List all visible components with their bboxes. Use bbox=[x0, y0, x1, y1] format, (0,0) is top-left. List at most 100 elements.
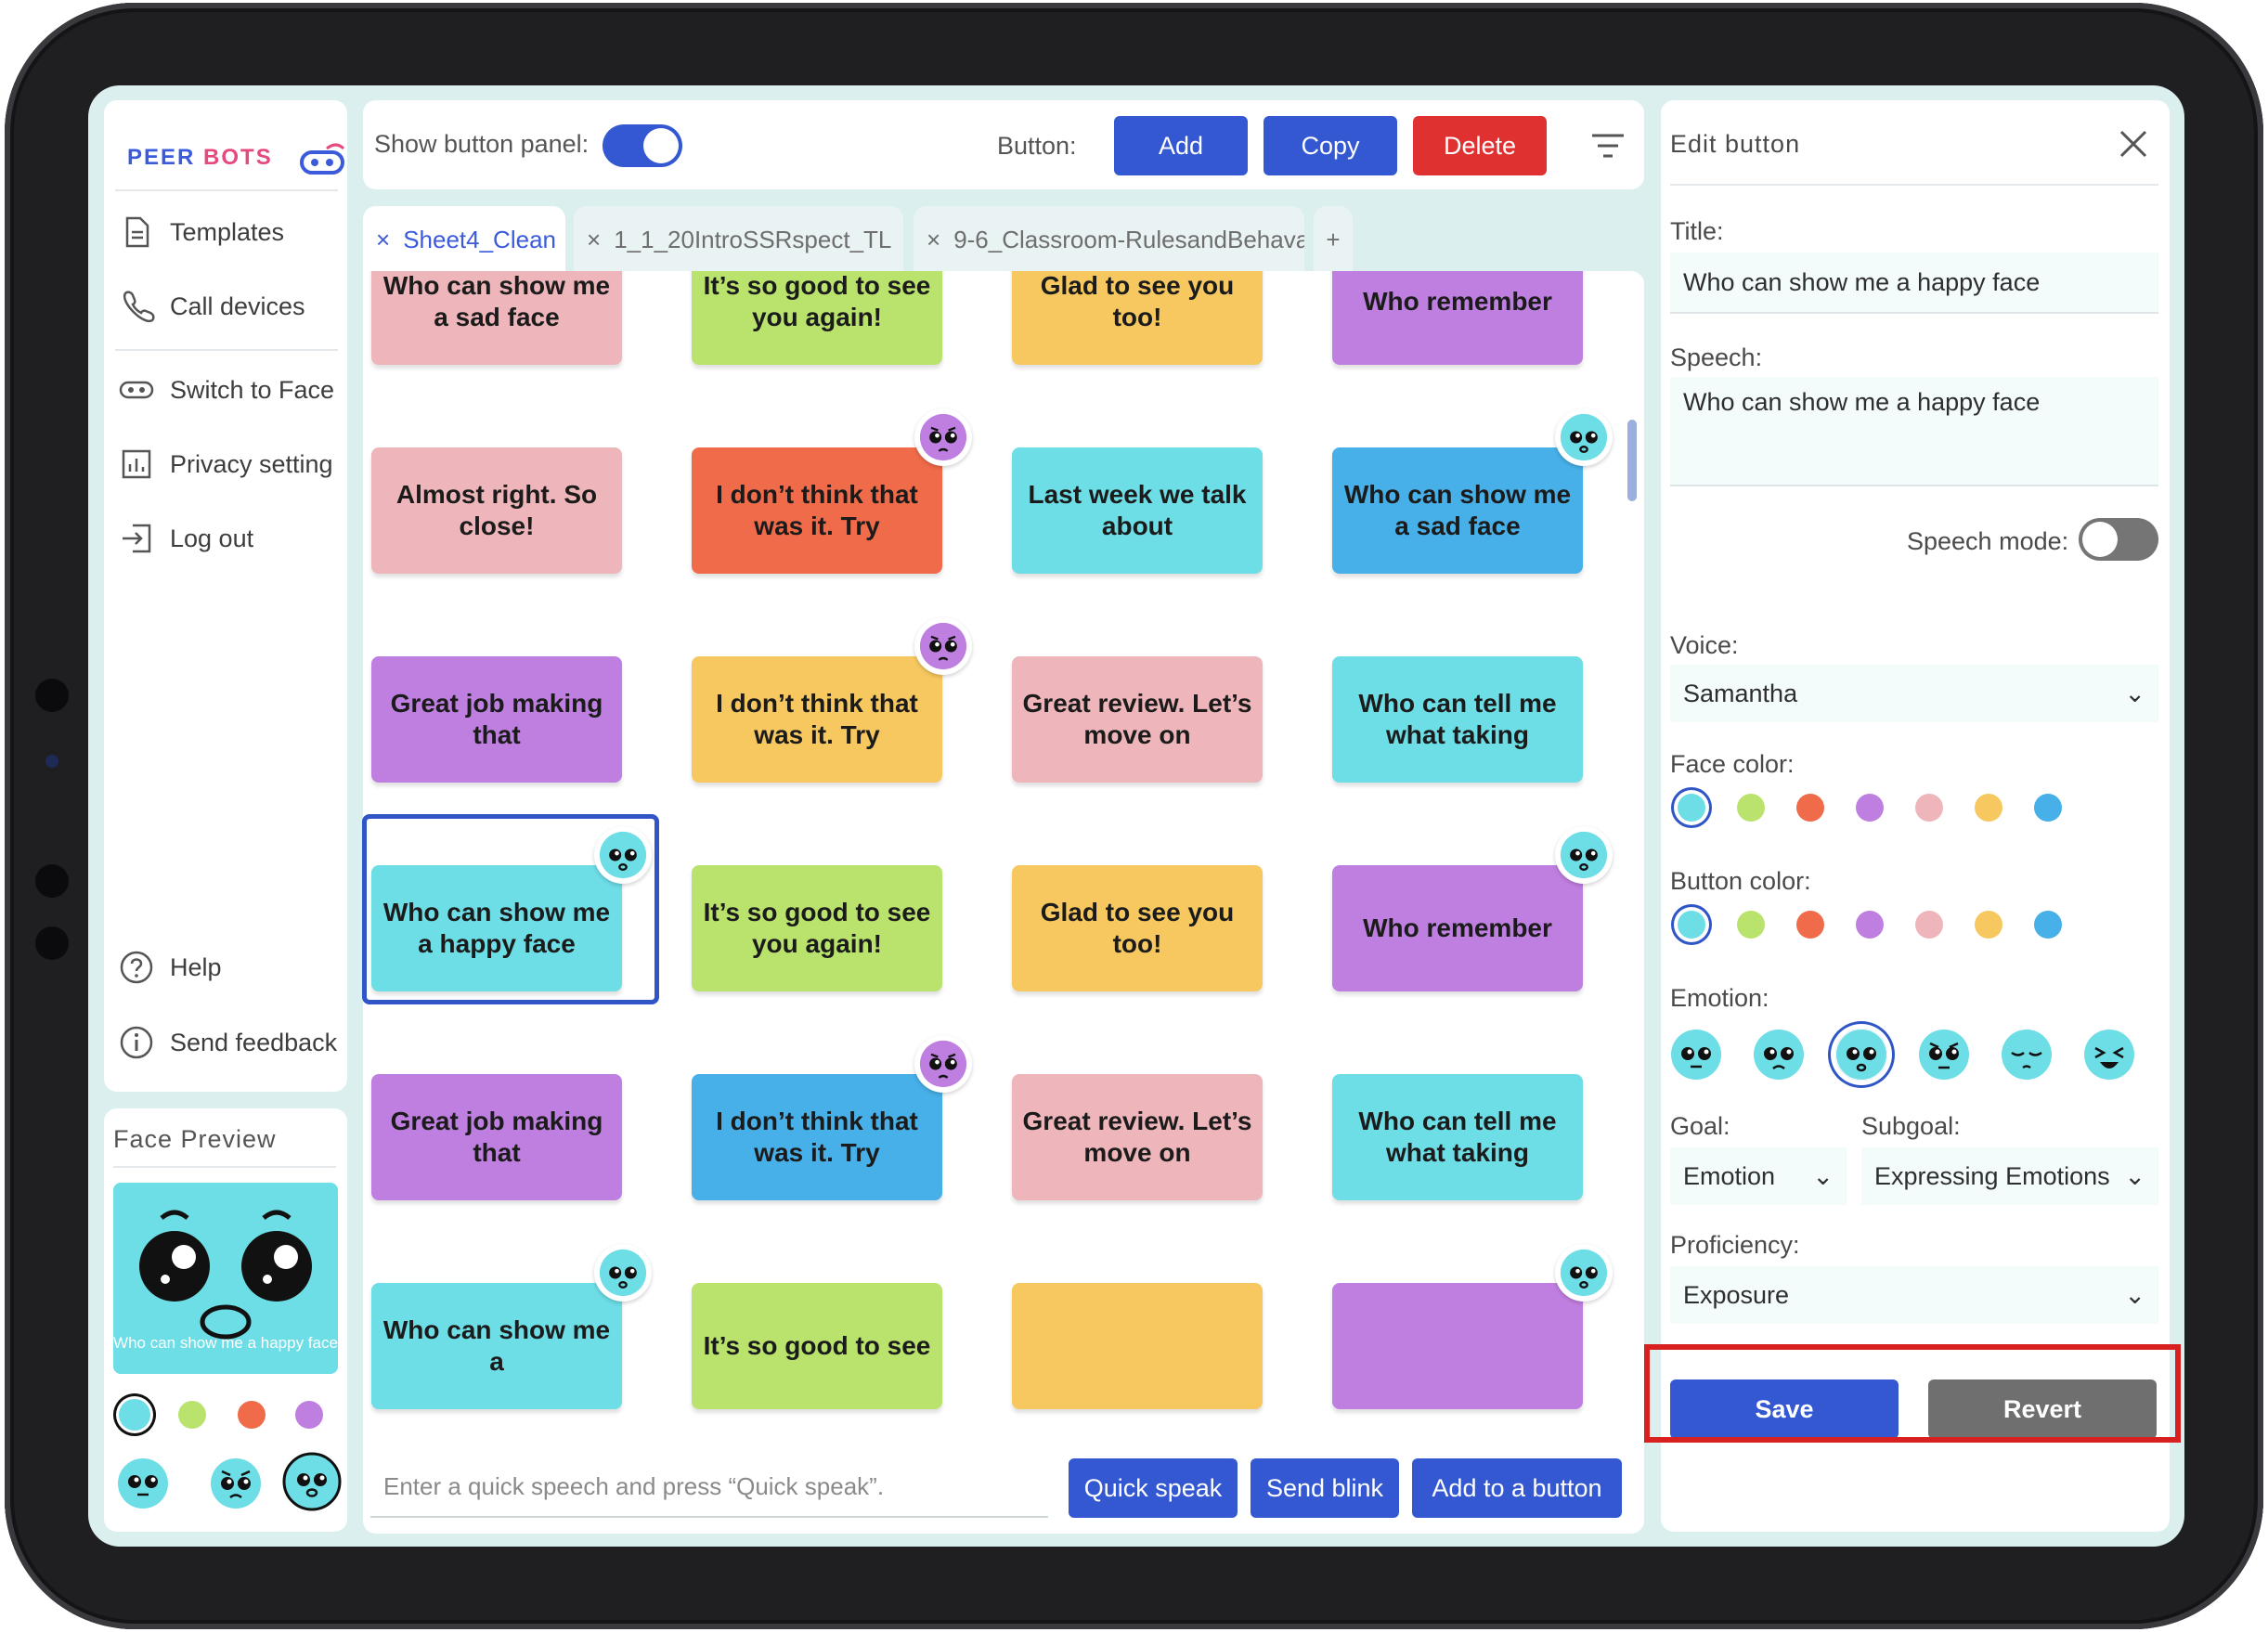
speech-button-card[interactable]: Glad to see you too! bbox=[1012, 865, 1263, 991]
button-color-swatch[interactable] bbox=[1678, 911, 1705, 939]
button-color-swatch[interactable] bbox=[2034, 911, 2062, 939]
speech-button-card[interactable]: Great job making that bbox=[371, 656, 622, 783]
speech-button-card[interactable] bbox=[1012, 1283, 1263, 1409]
neutral-face-icon[interactable] bbox=[1670, 1029, 1722, 1081]
speech-button-card[interactable]: Almost right. So close! bbox=[371, 447, 622, 574]
face-color-swatch[interactable] bbox=[1975, 794, 2002, 822]
sad-face-badge-icon bbox=[914, 617, 972, 675]
goal-select[interactable]: Emotion ⌄ bbox=[1670, 1147, 1847, 1205]
sidebar-item-label: Send feedback bbox=[170, 1028, 338, 1056]
sidebar-item-switch-to-face[interactable]: Switch to Face bbox=[118, 371, 334, 408]
add-to-button-button[interactable]: Add to a button bbox=[1412, 1458, 1622, 1518]
laughing-face-icon[interactable] bbox=[2083, 1029, 2135, 1081]
close-icon[interactable] bbox=[2118, 128, 2149, 160]
logout-icon bbox=[123, 524, 151, 553]
sidebar-item-call-devices[interactable]: Call devices bbox=[118, 288, 305, 325]
selected-card-outline bbox=[362, 814, 659, 1004]
button-color-swatch[interactable] bbox=[1856, 911, 1884, 939]
title-input[interactable]: Who can show me a happy face bbox=[1670, 253, 2158, 314]
chart-icon bbox=[122, 449, 151, 479]
camera-dot bbox=[35, 864, 69, 898]
speech-button-card[interactable]: Who can tell me what taking bbox=[1332, 656, 1583, 783]
sad-face-badge-icon bbox=[914, 1035, 972, 1093]
button-label: Button: bbox=[997, 132, 1077, 160]
quick-speak-button[interactable]: Quick speak bbox=[1069, 1458, 1238, 1518]
preview-color-orange[interactable] bbox=[238, 1401, 266, 1429]
goal-label: Goal: bbox=[1670, 1112, 1730, 1140]
question-icon bbox=[120, 951, 153, 984]
speech-button-card[interactable]: I don’t think that was it. Try bbox=[692, 656, 942, 783]
face-preview-title: Face Preview bbox=[113, 1125, 277, 1153]
proficiency-select[interactable]: Exposure ⌄ bbox=[1670, 1266, 2158, 1324]
close-icon[interactable]: × bbox=[587, 226, 601, 254]
sad-face-icon[interactable] bbox=[210, 1457, 262, 1509]
face-color-swatch[interactable] bbox=[1737, 794, 1765, 822]
speech-button-card[interactable]: It’s so good to see you again! bbox=[692, 271, 942, 365]
preview-color-green[interactable] bbox=[178, 1401, 206, 1429]
button-color-swatch[interactable] bbox=[1796, 911, 1824, 939]
speech-button-card[interactable]: Who remember bbox=[1332, 865, 1583, 991]
speech-button-card[interactable]: I don’t think that was it. Try bbox=[692, 447, 942, 574]
edit-panel: Edit button Title: Who can show me a hap… bbox=[1661, 100, 2170, 1532]
sad-face-icon[interactable] bbox=[1753, 1029, 1805, 1081]
speech-button-card[interactable]: Who can show me a sad face bbox=[371, 271, 622, 365]
happy-face-icon[interactable] bbox=[282, 1452, 342, 1511]
face-color-swatch[interactable] bbox=[2034, 794, 2062, 822]
sleepy-face-icon[interactable] bbox=[2001, 1029, 2053, 1081]
sidebar-item-send-feedback[interactable]: Send feedback bbox=[118, 1024, 337, 1061]
robot-face-icon bbox=[119, 381, 154, 399]
speech-button-card[interactable]: Who can tell me what taking bbox=[1332, 1074, 1583, 1200]
happy-face-icon[interactable] bbox=[1835, 1029, 1887, 1081]
speech-button-card[interactable]: It’s so good to see you again! bbox=[692, 865, 942, 991]
speech-button-card[interactable]: Great review. Let’s move on bbox=[1012, 1074, 1263, 1200]
voice-select[interactable]: Samantha ⌄ bbox=[1670, 665, 2158, 722]
info-icon bbox=[120, 1026, 153, 1059]
face-color-swatch[interactable] bbox=[1856, 794, 1884, 822]
tab-intro-ssrspect[interactable]: × 1_1_20IntroSSRspect_TL bbox=[574, 206, 903, 273]
close-icon[interactable]: × bbox=[927, 226, 940, 254]
tab-sheet4-clean[interactable]: × Sheet4_Clean bbox=[363, 206, 565, 273]
grid-scrollbar[interactable] bbox=[1627, 420, 1637, 501]
send-blink-button[interactable]: Send blink bbox=[1251, 1458, 1399, 1518]
speech-button-card[interactable]: It’s so good to see bbox=[692, 1283, 942, 1409]
add-button[interactable]: Add bbox=[1114, 116, 1248, 175]
speech-button-card[interactable]: Great review. Let’s move on bbox=[1012, 656, 1263, 783]
speech-button-card[interactable]: Great job making that bbox=[371, 1074, 622, 1200]
show-panel-toggle[interactable] bbox=[603, 124, 682, 167]
quick-speech-input[interactable]: Enter a quick speech and press “Quick sp… bbox=[370, 1457, 1048, 1518]
delete-button[interactable]: Delete bbox=[1413, 116, 1547, 175]
filter-icon[interactable] bbox=[1590, 132, 1626, 160]
speech-button-card[interactable]: I don’t think that was it. Try bbox=[692, 1074, 942, 1200]
face-color-swatch[interactable] bbox=[1796, 794, 1824, 822]
speech-button-card[interactable]: Who can show me a bbox=[371, 1283, 622, 1409]
speech-button-card[interactable]: Who remember bbox=[1332, 271, 1583, 365]
chevron-down-icon: ⌄ bbox=[1812, 1161, 1834, 1190]
worried-face-icon[interactable] bbox=[1918, 1029, 1970, 1081]
button-color-swatch[interactable] bbox=[1915, 911, 1943, 939]
speech-mode-toggle[interactable] bbox=[2079, 518, 2158, 561]
app-screen: PEER BOTS Templates Call devices Switch … bbox=[88, 85, 2184, 1547]
sidebar-item-help[interactable]: Help bbox=[118, 949, 222, 986]
neutral-face-icon[interactable] bbox=[117, 1457, 169, 1509]
close-icon[interactable]: × bbox=[376, 226, 390, 254]
speech-button-card[interactable] bbox=[1332, 1283, 1583, 1409]
copy-button[interactable]: Copy bbox=[1264, 116, 1397, 175]
button-color-swatch[interactable] bbox=[1975, 911, 2002, 939]
preview-color-cyan[interactable] bbox=[119, 1399, 150, 1431]
subgoal-select[interactable]: Expressing Emotions ⌄ bbox=[1861, 1147, 2158, 1205]
add-tab-button[interactable]: + bbox=[1314, 206, 1353, 273]
speech-button-card[interactable]: Who can show me a sad face bbox=[1332, 447, 1583, 574]
face-color-swatch[interactable] bbox=[1678, 794, 1705, 822]
sidebar-item-privacy-setting[interactable]: Privacy setting bbox=[118, 446, 333, 483]
speech-button-card[interactable]: Glad to see you too! bbox=[1012, 271, 1263, 365]
sidebar-item-templates[interactable]: Templates bbox=[118, 214, 284, 251]
sidebar-item-log-out[interactable]: Log out bbox=[118, 520, 253, 557]
button-color-swatch[interactable] bbox=[1737, 911, 1765, 939]
speech-textarea[interactable]: Who can show me a happy face bbox=[1670, 377, 2158, 486]
preview-color-purple[interactable] bbox=[295, 1401, 323, 1429]
speech-button-card[interactable]: Last week we talk about bbox=[1012, 447, 1263, 574]
divider bbox=[113, 1166, 336, 1168]
tab-classroom-rules[interactable]: × 9-6_Classroom-RulesandBehavavio bbox=[914, 206, 1304, 273]
face-color-swatch[interactable] bbox=[1915, 794, 1943, 822]
face-preview-caption: Who can show me a happy face bbox=[113, 1334, 338, 1352]
